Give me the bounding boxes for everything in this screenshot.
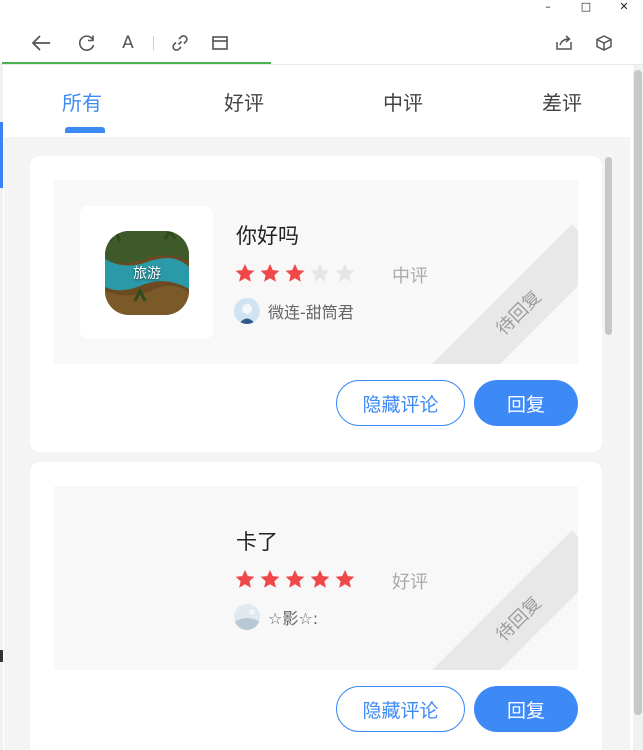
status-ribbon: 待回复 xyxy=(430,224,578,364)
toolbar-separator xyxy=(153,36,154,50)
star-filled-icon xyxy=(285,264,305,282)
back-icon[interactable] xyxy=(28,30,54,56)
thumbnail-label: 旅游 xyxy=(133,266,161,282)
refresh-icon[interactable] xyxy=(74,30,100,56)
maximize-button[interactable]: □ xyxy=(567,0,605,12)
window-icon[interactable] xyxy=(207,30,233,56)
star-empty-icon xyxy=(310,264,330,282)
hide-review-button[interactable]: 隐藏评论 xyxy=(336,686,465,732)
rating-label: 中评 xyxy=(392,266,428,287)
post-thumbnail[interactable]: 旅游 xyxy=(105,231,189,315)
review-title: 卡了 xyxy=(236,530,278,554)
review-list: 旅游 你好吗 中评 微连-甜筒君 待回复 隐藏评论 回复 卡了 好评 ☆影☆: … xyxy=(4,137,630,750)
tab-neutral[interactable]: 中评 xyxy=(383,87,423,116)
window-controls: – □ ✕ xyxy=(529,0,643,12)
active-tab-indicator xyxy=(65,127,105,133)
star-filled-icon xyxy=(260,570,280,588)
star-filled-icon xyxy=(235,570,255,588)
star-rating xyxy=(234,568,356,590)
close-button[interactable]: ✕ xyxy=(605,0,643,12)
thumbnail-frame: 旅游 xyxy=(80,206,213,339)
review-card: 卡了 好评 ☆影☆: 待回复 隐藏评论 回复 xyxy=(30,462,602,750)
reply-button[interactable]: 回复 xyxy=(474,686,578,732)
status-ribbon: 待回复 xyxy=(430,530,578,670)
star-filled-icon xyxy=(310,570,330,588)
status-badge: 待回复 xyxy=(492,286,546,340)
link-icon[interactable] xyxy=(167,30,193,56)
review-content: 旅游 你好吗 中评 微连-甜筒君 待回复 xyxy=(54,180,578,364)
star-filled-icon xyxy=(335,570,355,588)
tab-all[interactable]: 所有 xyxy=(62,87,102,116)
review-content: 卡了 好评 ☆影☆: 待回复 xyxy=(54,486,578,670)
review-card: 旅游 你好吗 中评 微连-甜筒君 待回复 隐藏评论 回复 xyxy=(30,156,602,452)
minimize-button[interactable]: – xyxy=(529,0,567,12)
star-rating xyxy=(234,262,356,284)
list-scrollbar-thumb[interactable] xyxy=(605,157,612,335)
reply-button[interactable]: 回复 xyxy=(474,380,578,426)
star-filled-icon xyxy=(260,264,280,282)
cube-icon[interactable] xyxy=(591,30,617,56)
reviewer-name: ☆影☆: xyxy=(268,609,319,628)
rating-tabs: 所有 好评 中评 差评 xyxy=(4,65,630,137)
reviewer-name: 微连-甜筒君 xyxy=(268,303,354,322)
left-edge-dot xyxy=(0,650,3,662)
star-filled-icon xyxy=(235,264,255,282)
tab-negative[interactable]: 差评 xyxy=(542,87,582,116)
reviewer: 微连-甜筒君 xyxy=(234,298,354,324)
hide-review-button[interactable]: 隐藏评论 xyxy=(336,380,465,426)
star-filled-icon xyxy=(285,570,305,588)
left-edge-marker xyxy=(0,122,3,188)
review-title: 你好吗 xyxy=(236,224,299,248)
avatar[interactable] xyxy=(234,604,260,630)
font-icon[interactable]: A xyxy=(115,30,141,56)
star-empty-icon xyxy=(335,264,355,282)
tab-positive[interactable]: 好评 xyxy=(224,87,264,116)
rating-label: 好评 xyxy=(392,572,428,593)
toolbar: A xyxy=(0,24,643,62)
reviewer: ☆影☆: xyxy=(234,604,318,630)
avatar[interactable] xyxy=(234,298,260,324)
window-scrollbar-thumb[interactable] xyxy=(634,70,642,715)
share-icon[interactable] xyxy=(551,30,577,56)
status-badge: 待回复 xyxy=(492,592,546,646)
